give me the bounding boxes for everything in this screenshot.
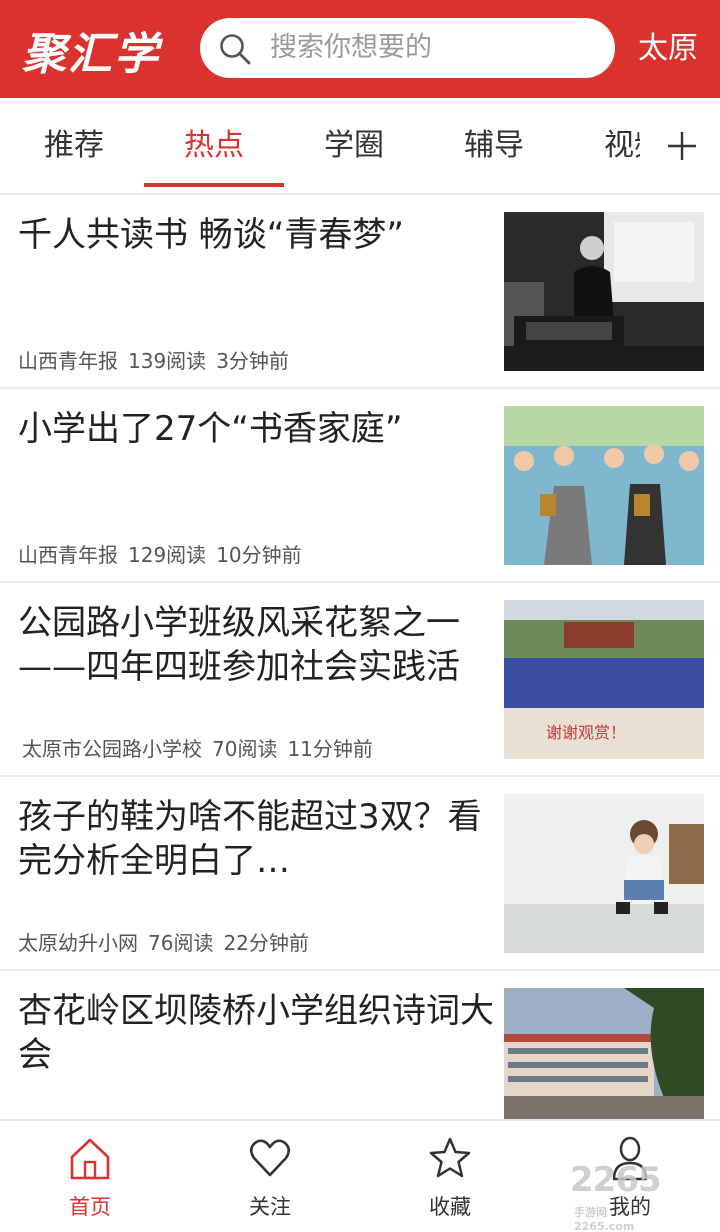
nav-home[interactable]: 首页 bbox=[0, 1121, 180, 1232]
home-icon bbox=[70, 1138, 110, 1180]
news-time: 3分钟前 bbox=[216, 349, 289, 373]
watermark-sub2: 2265.com bbox=[574, 1220, 635, 1232]
news-source: 太原市公园路小学校 bbox=[22, 737, 202, 761]
news-source: 太原幼升小网 bbox=[18, 931, 138, 955]
news-reads: 76阅读 bbox=[148, 931, 214, 955]
news-item[interactable]: 孩子的鞋为啥不能超过3双？看完分析全明白了… 太原幼升小网 76阅读 22分钟前 bbox=[0, 777, 720, 971]
news-meta: 山西青年报 139阅读 3分钟前 bbox=[18, 345, 299, 374]
category-tabs: 推荐 热点 学圈 辅导 视频 bbox=[0, 98, 720, 195]
news-meta: 太原市公园路小学校 70阅读 11分钟前 bbox=[22, 733, 383, 762]
nav-label: 首页 bbox=[69, 1195, 111, 1219]
news-item[interactable]: 杏花岭区坝陵桥小学组织诗词大会 bbox=[0, 971, 720, 1119]
plus-icon[interactable] bbox=[666, 130, 698, 162]
news-reads: 129阅读 bbox=[128, 543, 207, 567]
tab-hot[interactable]: 热点 bbox=[144, 98, 284, 193]
news-title: 小学出了27个“书香家庭” bbox=[18, 409, 403, 449]
heart-icon bbox=[249, 1139, 291, 1177]
news-title: 公园路小学班级风采花絮之一——四年四班参加社会实践活 bbox=[18, 603, 460, 687]
news-item[interactable]: 千人共读书 畅谈“青春梦” 山西青年报 139阅读 3分钟前 bbox=[0, 195, 720, 389]
news-thumbnail bbox=[504, 406, 704, 565]
school-building-photo bbox=[504, 988, 704, 1119]
search-icon bbox=[220, 34, 251, 65]
news-item[interactable]: 小学出了27个“书香家庭” 山西青年报 129阅读 10分钟前 bbox=[0, 389, 720, 583]
city-selector[interactable]: 太原 bbox=[638, 0, 698, 98]
news-time: 10分钟前 bbox=[216, 543, 302, 567]
search-bar[interactable]: 搜索你想要的 bbox=[200, 18, 615, 78]
site-watermark: 2265 手游网 2265.com bbox=[570, 1160, 720, 1232]
star-icon bbox=[429, 1137, 471, 1178]
nav-label: 收藏 bbox=[429, 1195, 471, 1219]
thumb-caption: 谢谢观赏！ bbox=[546, 723, 626, 742]
news-thumbnail bbox=[504, 794, 704, 953]
news-source: 山西青年报 bbox=[18, 349, 118, 373]
watermark-sub1: 手游网 bbox=[574, 1206, 607, 1219]
news-thumbnail: 谢谢观赏！ bbox=[504, 600, 704, 759]
app-logo[interactable]: 聚汇学 bbox=[22, 18, 160, 82]
news-feed: 千人共读书 畅谈“青春梦” 山西青年报 139阅读 3分钟前 小学出了27个“书香家… bbox=[0, 195, 720, 1119]
news-reads: 139阅读 bbox=[128, 349, 207, 373]
class-group-photo: 谢谢观赏！ bbox=[504, 600, 704, 759]
nav-label: 关注 bbox=[249, 1195, 291, 1219]
news-reads: 70阅读 bbox=[212, 737, 278, 761]
speaker-at-podium-photo bbox=[504, 212, 704, 371]
news-title: 杏花岭区坝陵桥小学组织诗词大会 bbox=[18, 991, 494, 1075]
children-costume-performance-photo bbox=[504, 406, 704, 565]
news-title: 千人共读书 畅谈“青春梦” bbox=[18, 215, 405, 255]
news-time: 22分钟前 bbox=[223, 931, 309, 955]
tab-recommend[interactable]: 推荐 bbox=[4, 98, 144, 193]
news-time: 11分钟前 bbox=[287, 737, 373, 761]
watermark-text: 2265 bbox=[570, 1160, 662, 1200]
news-item[interactable]: 公园路小学班级风采花絮之一——四年四班参加社会实践活 太原市公园路小学校 70阅读… bbox=[0, 583, 720, 777]
news-thumbnail bbox=[504, 212, 704, 371]
news-source: 山西青年报 bbox=[18, 543, 118, 567]
search-input[interactable]: 搜索你想要的 bbox=[270, 18, 600, 78]
news-thumbnail bbox=[504, 988, 704, 1119]
news-title: 孩子的鞋为啥不能超过3双？看完分析全明白了… bbox=[18, 797, 482, 881]
tab-tutoring[interactable]: 辅导 bbox=[424, 98, 564, 193]
nav-favorites[interactable]: 收藏 bbox=[360, 1121, 540, 1232]
nav-follow[interactable]: 关注 bbox=[180, 1121, 360, 1232]
app-header: 聚汇学 搜索你想要的 太原 bbox=[0, 0, 720, 98]
child-tying-shoes-photo bbox=[504, 794, 704, 953]
news-meta: 山西青年报 129阅读 10分钟前 bbox=[18, 539, 312, 568]
tab-circle[interactable]: 学圈 bbox=[284, 98, 424, 193]
news-meta: 太原幼升小网 76阅读 22分钟前 bbox=[18, 927, 319, 956]
